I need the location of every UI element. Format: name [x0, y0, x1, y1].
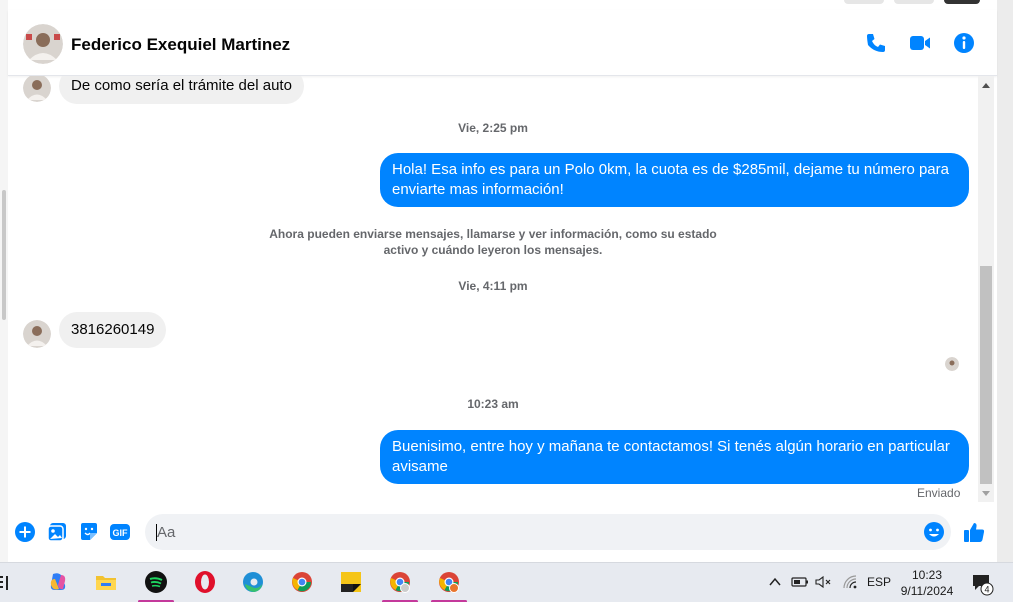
window-right-edge [997, 0, 1013, 562]
task-view-icon[interactable] [0, 573, 14, 602]
sender-avatar [23, 320, 51, 348]
add-icon[interactable] [14, 521, 36, 543]
notice-line: activo y cuándo leyeron los mensajes. [383, 243, 603, 257]
spotify-icon[interactable] [136, 563, 176, 602]
screen: Federico Exequiel Martinez De como sería… [0, 0, 1013, 602]
edge-icon[interactable] [233, 563, 273, 602]
scroll-down-arrow[interactable] [982, 491, 990, 496]
incoming-message[interactable]: De como sería el trámite del auto [59, 76, 304, 104]
clock-date: 9/11/2024 [900, 584, 954, 598]
like-icon[interactable] [963, 521, 985, 543]
opera-icon[interactable] [185, 563, 225, 602]
message-input[interactable]: Aa [145, 514, 951, 550]
chrome-icon[interactable] [282, 563, 322, 602]
language-indicator[interactable]: ESP [867, 575, 891, 602]
sticky-notes-icon[interactable] [331, 563, 371, 602]
contact-avatar[interactable] [23, 24, 63, 64]
outgoing-message[interactable]: Hola! Esa info es para un Polo 0km, la c… [380, 153, 969, 207]
notice-text: Ahora pueden enviarse mensajes, llamarse… [263, 226, 723, 258]
message-timestamp: Vie, 4:11 pm [458, 279, 528, 293]
message-composer: GIF Aa [8, 510, 997, 554]
chat-window: Federico Exequiel Martinez De como sería… [8, 0, 997, 562]
background-window-edge [0, 0, 8, 562]
top-button-remnant [894, 0, 934, 4]
chat-header: Federico Exequiel Martinez [8, 10, 997, 76]
gif-icon[interactable]: GIF [109, 521, 131, 543]
background-scrollbar [2, 190, 6, 320]
chrome-profile-2-icon[interactable] [429, 563, 469, 602]
notification-count: 4 [984, 585, 989, 595]
battery-icon[interactable] [791, 575, 809, 602]
scrollbar-thumb[interactable] [980, 266, 992, 484]
copilot-icon[interactable] [38, 563, 78, 602]
wifi-icon[interactable] [842, 575, 860, 602]
message-scrollbar[interactable] [978, 76, 994, 502]
scroll-up-arrow[interactable] [982, 83, 990, 88]
notification-center-icon[interactable]: 4 [970, 571, 996, 602]
windows-taskbar: ESP 10:23 9/11/2024 4 [0, 562, 1013, 602]
notice-line: Ahora pueden enviarse mensajes, llamarse… [269, 227, 717, 241]
chrome-profile-icon[interactable] [380, 563, 420, 602]
sticker-icon[interactable] [78, 521, 100, 543]
message-list[interactable]: De como sería el trámite del auto Vie, 2… [8, 76, 978, 502]
video-icon[interactable] [908, 31, 932, 55]
info-icon[interactable] [952, 31, 976, 55]
volume-muted-icon[interactable] [815, 575, 833, 602]
message-timestamp: 10:23 am [467, 397, 519, 411]
message-timestamp: Vie, 2:25 pm [458, 121, 528, 135]
photo-icon[interactable] [47, 521, 69, 543]
chevron-up-icon[interactable] [768, 575, 784, 602]
clock-time: 10:23 [911, 568, 943, 582]
sent-status: Enviado [917, 486, 961, 500]
read-receipt-avatar [945, 357, 959, 371]
contact-name[interactable]: Federico Exequiel Martinez [71, 35, 290, 55]
clock[interactable]: 10:23 9/11/2024 [895, 567, 959, 599]
phone-icon[interactable] [864, 31, 888, 55]
message-input-placeholder: Aa [157, 524, 176, 541]
emoji-icon[interactable] [923, 521, 945, 543]
sender-avatar [23, 76, 51, 102]
top-avatar-remnant [944, 0, 980, 4]
gif-label: GIF [113, 528, 129, 538]
incoming-message[interactable]: 3816260149 [59, 312, 167, 348]
top-button-remnant [844, 0, 884, 4]
file-explorer-icon[interactable] [86, 563, 126, 602]
outgoing-message[interactable]: Buenisimo, entre hoy y mañana te contact… [380, 430, 969, 484]
